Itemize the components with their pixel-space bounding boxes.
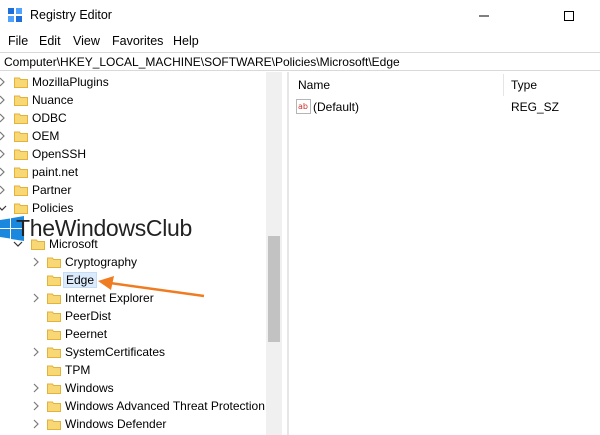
folder-icon — [47, 275, 61, 286]
chevron-right-icon[interactable] — [0, 185, 7, 195]
chevron-down-icon[interactable] — [0, 203, 7, 213]
chevron-right-icon[interactable] — [0, 77, 7, 87]
tree-item-peerdist[interactable]: PeerDist — [0, 307, 268, 325]
column-header-name[interactable]: Name — [298, 78, 330, 92]
key-tree[interactable]: MozillaPlugins Nuance ODBC OEM OpenSSH p… — [0, 72, 282, 435]
minimize-icon — [479, 15, 489, 16]
tree-item-peernet[interactable]: Peernet — [0, 325, 268, 343]
ab-string-icon: ab — [296, 99, 311, 114]
tree-item-label[interactable]: Peernet — [63, 327, 109, 341]
maximize-button[interactable] — [546, 0, 592, 31]
chevron-right-icon[interactable] — [0, 113, 7, 123]
value-row-default[interactable]: ab (Default) REG_SZ — [290, 98, 600, 116]
tree-item-label[interactable]: Cryptography — [63, 255, 139, 269]
folder-icon — [14, 149, 28, 160]
tree-item-label[interactable]: Edge — [63, 272, 98, 288]
window-title: Registry Editor — [30, 8, 112, 22]
tree-item-cryptography[interactable]: Cryptography — [0, 253, 268, 271]
folder-icon — [14, 167, 28, 178]
menu-edit[interactable]: Edit — [39, 34, 61, 48]
pane-splitter[interactable] — [287, 72, 289, 435]
menu-file[interactable]: File — [8, 34, 28, 48]
tree-scrollbar-thumb[interactable] — [268, 236, 280, 342]
values-pane[interactable]: Name Type ab (Default) REG_SZ — [290, 72, 600, 435]
address-bar[interactable]: Computer\HKEY_LOCAL_MACHINE\SOFTWARE\Pol… — [0, 52, 600, 71]
column-separator[interactable] — [503, 74, 504, 96]
menu-help[interactable]: Help — [173, 34, 199, 48]
tree-item-paint-net[interactable]: paint.net — [0, 163, 268, 181]
tree-item-label[interactable]: ODBC — [30, 111, 69, 125]
menu-view[interactable]: View — [73, 34, 100, 48]
title-bar: Registry Editor — [0, 0, 600, 31]
tree-item-systemcertificates[interactable]: SystemCertificates — [0, 343, 268, 361]
tree-item-tpm[interactable]: TPM — [0, 361, 268, 379]
tree-item-nuance[interactable]: Nuance — [0, 91, 268, 109]
chevron-right-icon[interactable] — [0, 167, 7, 177]
tree-item-windows[interactable]: Windows — [0, 379, 268, 397]
folder-icon — [47, 347, 61, 358]
chevron-right-icon[interactable] — [31, 383, 41, 393]
tree-item-oem[interactable]: OEM — [0, 127, 268, 145]
tree-item-label[interactable]: PeerDist — [63, 309, 113, 323]
tree-item-label[interactable]: SystemCertificates — [63, 345, 167, 359]
tree-item-label[interactable]: Policies — [30, 201, 75, 215]
menu-bar: File Edit View Favorites Help — [0, 31, 600, 51]
tree-item-partner[interactable]: Partner — [0, 181, 268, 199]
registry-editor-icon — [8, 8, 22, 22]
tree-item-label[interactable]: Partner — [30, 183, 73, 197]
chevron-right-icon[interactable] — [31, 257, 41, 267]
svg-text:ab: ab — [298, 102, 308, 111]
folder-icon — [47, 383, 61, 394]
folder-icon — [14, 131, 28, 142]
folder-icon — [47, 257, 61, 268]
tree-item-openssh[interactable]: OpenSSH — [0, 145, 268, 163]
folder-open-icon — [14, 203, 28, 214]
chevron-right-icon[interactable] — [0, 149, 7, 159]
tree-item-label[interactable]: OpenSSH — [30, 147, 88, 161]
folder-icon — [47, 365, 61, 376]
chevron-right-icon[interactable] — [31, 419, 41, 429]
folder-icon — [47, 311, 61, 322]
chevron-right-icon[interactable] — [31, 401, 41, 411]
chevron-right-icon[interactable] — [0, 95, 7, 105]
tree-item-label[interactable]: Windows Defender — [63, 417, 168, 431]
tree-item-windows-defender[interactable]: Windows Defender — [0, 415, 268, 433]
tree-item-label[interactable]: paint.net — [30, 165, 80, 179]
address-path[interactable]: Computer\HKEY_LOCAL_MACHINE\SOFTWARE\Pol… — [4, 55, 400, 69]
maximize-icon — [564, 10, 574, 21]
value-type: REG_SZ — [511, 100, 560, 114]
folder-icon — [14, 185, 28, 196]
tree-item-label[interactable]: Nuance — [30, 93, 75, 107]
folder-icon — [14, 95, 28, 106]
chevron-right-icon[interactable] — [0, 131, 7, 141]
folder-icon — [14, 113, 28, 124]
folder-icon — [47, 329, 61, 340]
chevron-right-icon[interactable] — [31, 347, 41, 357]
value-name: (Default) — [313, 100, 360, 114]
column-header-type[interactable]: Type — [511, 78, 537, 92]
folder-icon — [47, 401, 61, 412]
folder-icon — [47, 419, 61, 430]
tree-item-odbc[interactable]: ODBC — [0, 109, 268, 127]
folder-icon — [14, 77, 28, 88]
folder-icon — [47, 293, 61, 304]
menu-favorites[interactable]: Favorites — [112, 34, 163, 48]
tree-item-label[interactable]: Windows Advanced Threat Protection — [63, 399, 267, 413]
tree-item-label[interactable]: TPM — [63, 363, 92, 377]
arrow-annotation-icon — [98, 276, 205, 298]
tree-item-label[interactable]: OEM — [30, 129, 61, 143]
tree-item-windows-advanced-threat-protection[interactable]: Windows Advanced Threat Protection — [0, 397, 268, 415]
watermark-text: TheWindowsClub — [16, 215, 193, 241]
minimize-button[interactable] — [461, 0, 507, 31]
tree-item-label[interactable]: MozillaPlugins — [30, 75, 111, 89]
chevron-right-icon[interactable] — [31, 293, 41, 303]
tree-item-label[interactable]: Windows — [63, 381, 116, 395]
tree-item-mozillaplugins[interactable]: MozillaPlugins — [0, 73, 268, 91]
